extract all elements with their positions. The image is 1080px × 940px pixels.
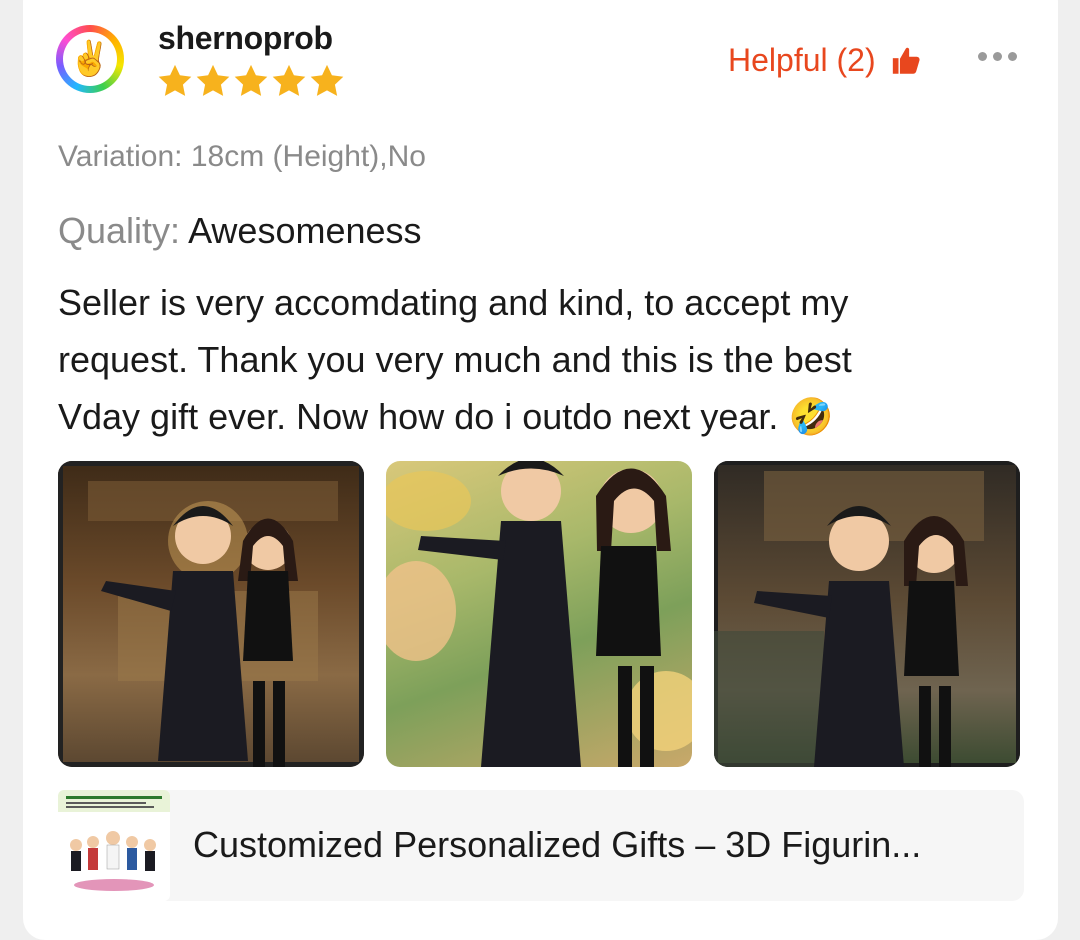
star-icon	[310, 64, 344, 96]
star-rating	[156, 62, 346, 100]
laughing-emoji-icon: 🤣	[788, 396, 834, 437]
star-icon	[234, 64, 268, 96]
product-thumbnail	[58, 790, 170, 901]
victory-hand-icon: ✌️	[63, 32, 117, 86]
product-link[interactable]: Customized Personalized Gifts – 3D Figur…	[58, 790, 1024, 901]
review-text-line: request. Thank you very much and this is…	[58, 339, 852, 380]
dot	[1008, 52, 1017, 61]
review-text-line: Vday gift ever. Now how do i outdo next …	[58, 396, 834, 437]
dot	[978, 52, 987, 61]
variation-text: Variation: 18cm (Height),No	[58, 140, 426, 173]
product-title: Customized Personalized Gifts – 3D Figur…	[193, 824, 922, 865]
star-icon	[272, 64, 306, 96]
helpful-button[interactable]: Helpful (2)	[728, 42, 924, 79]
thumbs-up-icon	[892, 47, 920, 74]
quality-value: Awesomeness	[188, 210, 422, 251]
dot	[993, 52, 1002, 61]
quality-label: Quality:	[58, 210, 181, 251]
quality-row: Quality: Awesomeness	[58, 210, 422, 252]
helpful-label: Helpful (2)	[728, 42, 876, 78]
review-text: Seller is very accomdating and kind, to …	[58, 274, 1018, 445]
star-icon	[196, 64, 230, 96]
user-avatar[interactable]: ✌️	[56, 25, 124, 93]
review-photo-1[interactable]	[58, 461, 364, 767]
review-photos	[58, 461, 1020, 767]
star-icon	[158, 64, 192, 96]
more-dots-icon[interactable]	[978, 52, 1017, 61]
review-text-line: Seller is very accomdating and kind, to …	[58, 282, 849, 323]
review-photo-3[interactable]	[714, 461, 1020, 767]
review-photo-2[interactable]	[386, 461, 692, 767]
reviewer-username[interactable]: shernoprob	[158, 20, 333, 57]
